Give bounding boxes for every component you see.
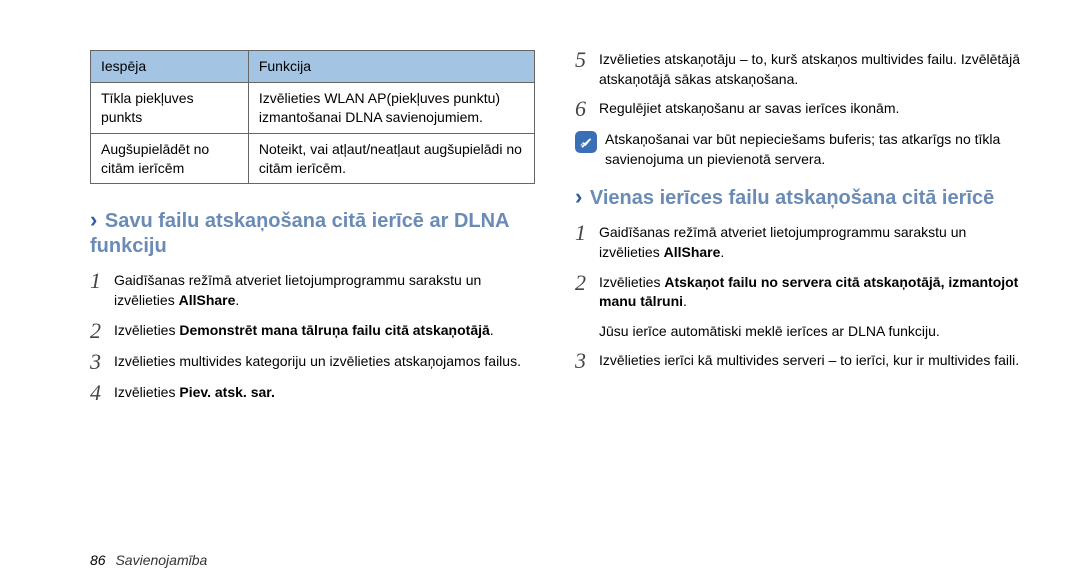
step-number: 6 [575,98,599,120]
table-row: Augšupielādēt no citām ierīcēmNoteikt, v… [91,133,535,184]
right-section-title: › Vienas ierīces failu atskaņošana citā … [575,183,1020,211]
aux-text: Jūsu ierīce automātiski meklē ierīces ar… [599,322,1020,342]
step-number: 1 [90,270,114,292]
step-text: Regulējiet atskaņošanu ar savas ierīces … [599,99,1020,119]
step-text: Izvēlieties Demonstrēt mana tālruņa fail… [114,321,535,341]
step-item: 1Gaidīšanas režīmā atveriet lietojumprog… [575,223,1020,262]
step-text: Izvēlieties multivides kategoriju un izv… [114,352,535,372]
page-section: Savienojamība [115,552,207,568]
step-text: Gaidīšanas režīmā atveriet lietojumprogr… [599,223,1020,262]
step-number: 5 [575,49,599,71]
step-number: 4 [90,382,114,404]
step-number: 1 [575,222,599,244]
page-number: 86 [90,552,106,568]
step-item: 1Gaidīšanas režīmā atveriet lietojumprog… [90,271,535,310]
chevron-right-icon: › [575,184,582,209]
left-title-text: Savu failu atskaņošana citā ierīcē ar DL… [90,210,509,257]
cell-function: Noteikt, vai atļaut/neatļaut augšupielād… [248,133,534,184]
step-number: 2 [575,272,599,294]
step-item: 3Izvēlieties multivides kategoriju un iz… [90,352,535,373]
page-footer: 86 Savienojamība [90,552,207,568]
step-text: Izvēlieties Piev. atsk. sar. [114,383,535,403]
th-function: Funkcija [248,51,534,83]
options-table: Iespēja Funkcija Tīkla piekļuves punktsI… [90,50,535,184]
step-number: 2 [90,320,114,342]
step-number: 3 [575,350,599,372]
note-icon [575,131,597,153]
cell-function: Izvēlieties WLAN AP(piekļuves punktu) iz… [248,82,534,133]
right-column: 5Izvēlieties atskaņotāju – to, kurš atsk… [575,50,1020,414]
step-item: 2Izvēlieties Demonstrēt mana tālruņa fai… [90,321,535,342]
step-item: 6Regulējiet atskaņošanu ar savas ierīces… [575,99,1020,120]
note-text: Atskaņošanai var būt nepieciešams buferi… [605,130,1020,169]
cell-option: Tīkla piekļuves punkts [91,82,249,133]
step-item: 2Izvēlieties Atskaņot failu no servera c… [575,273,1020,312]
left-section-title: › Savu failu atskaņošana citā ierīcē ar … [90,206,535,259]
step-item: 3Izvēlieties ierīci kā multivides server… [575,351,1020,372]
step-number: 3 [90,351,114,373]
step-item: 5Izvēlieties atskaņotāju – to, kurš atsk… [575,50,1020,89]
th-option: Iespēja [91,51,249,83]
cell-option: Augšupielādēt no citām ierīcēm [91,133,249,184]
left-column: Iespēja Funkcija Tīkla piekļuves punktsI… [90,50,535,414]
step-item: 4Izvēlieties Piev. atsk. sar. [90,383,535,404]
right-title-text: Vienas ierīces failu atskaņošana citā ie… [590,187,994,209]
step-text: Izvēlieties atskaņotāju – to, kurš atska… [599,50,1020,89]
step-text: Gaidīšanas režīmā atveriet lietojumprogr… [114,271,535,310]
info-note: Atskaņošanai var būt nepieciešams buferi… [575,130,1020,169]
step-text: Izvēlieties ierīci kā multivides serveri… [599,351,1020,371]
step-text: Izvēlieties Atskaņot failu no servera ci… [599,273,1020,312]
chevron-right-icon: › [90,207,97,232]
table-row: Tīkla piekļuves punktsIzvēlieties WLAN A… [91,82,535,133]
